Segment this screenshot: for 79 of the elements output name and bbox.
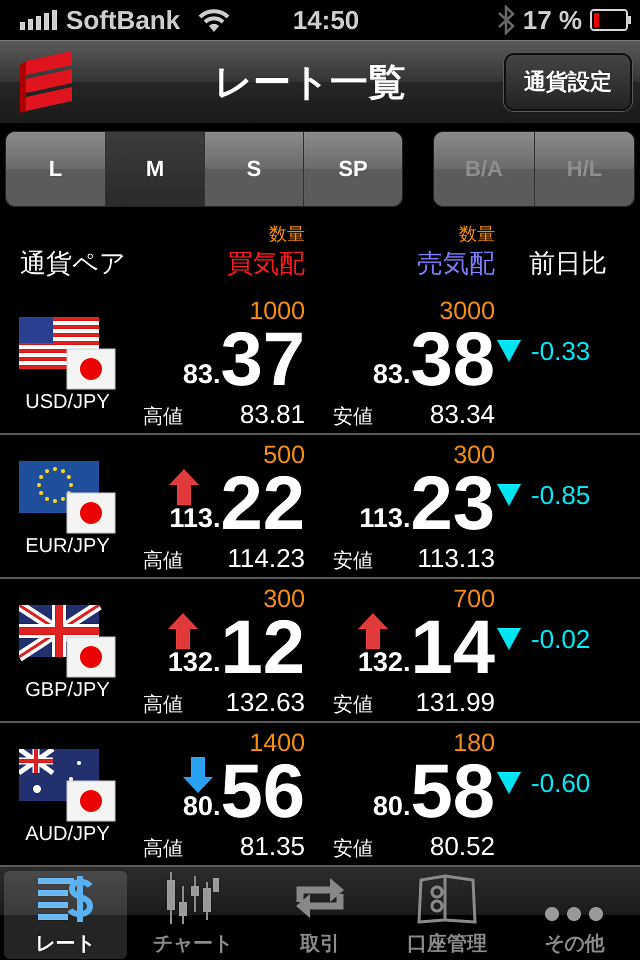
column-header: 売気配 bbox=[417, 247, 495, 280]
tab-bar-item[interactable]: レート bbox=[4, 871, 128, 959]
bid-big-figure: 113. bbox=[169, 505, 220, 531]
quantity-value: 1000 bbox=[248, 297, 305, 325]
bid-pips: 12 bbox=[220, 613, 305, 683]
flag-pair-icon bbox=[18, 316, 116, 390]
currency-pair: GBP/JPY bbox=[25, 678, 110, 702]
ask-big-figure: 83. bbox=[372, 361, 410, 387]
size-segment[interactable]: S bbox=[204, 132, 303, 206]
high-label: 高値 bbox=[143, 549, 183, 574]
tab-bar-item[interactable]: 取引 bbox=[258, 871, 382, 959]
low-value: 83.34 bbox=[430, 399, 495, 430]
bid-pips: 37 bbox=[220, 325, 305, 395]
ask-pips: 38 bbox=[410, 325, 495, 395]
currency-pair: EUR/JPY bbox=[25, 534, 110, 558]
bid-big-figure: 83. bbox=[182, 361, 220, 387]
quantity-value: 300 bbox=[262, 585, 305, 613]
quantity-value: 3000 bbox=[438, 297, 495, 325]
signal-icon bbox=[20, 10, 58, 30]
battery-percent: 17 % bbox=[522, 4, 582, 36]
low-value: 113.13 bbox=[417, 543, 495, 574]
quantity-value: 180 bbox=[452, 729, 495, 757]
ask-big-figure: 80. bbox=[372, 793, 410, 819]
column-header: 通貨ペア bbox=[19, 247, 127, 280]
screen-title: レート一覧 bbox=[213, 60, 407, 106]
ask-pips: 23 bbox=[410, 469, 495, 539]
flag-pair-icon bbox=[18, 748, 116, 822]
candlestick-icon bbox=[164, 872, 221, 924]
bid-pips: 22 bbox=[220, 469, 305, 539]
high-label: 高値 bbox=[143, 405, 183, 430]
more-icon bbox=[544, 904, 604, 924]
quantity-value: 500 bbox=[262, 441, 305, 469]
size-segment[interactable]: SP bbox=[303, 132, 402, 206]
tab-bar-item[interactable]: 口座管理 bbox=[386, 871, 509, 959]
ask-pips: 14 bbox=[410, 613, 495, 683]
quantity-value: 300 bbox=[452, 441, 495, 469]
quantity-value: 700 bbox=[452, 585, 495, 613]
bid-big-figure: 80. bbox=[182, 793, 220, 819]
size-segment[interactable]: M bbox=[105, 132, 204, 206]
high-label: 高値 bbox=[143, 837, 183, 862]
battery-icon bbox=[590, 9, 632, 31]
quantity-value: 1400 bbox=[248, 729, 305, 757]
ask-big-figure: 132. bbox=[358, 649, 410, 675]
quantity-label: 数量 bbox=[269, 223, 305, 246]
bluetooth-icon bbox=[496, 5, 515, 35]
flag-pair-icon bbox=[18, 604, 116, 678]
quantity-label: 数量 bbox=[459, 223, 495, 246]
currency-settings-button[interactable]: 通貨設定 bbox=[504, 53, 632, 111]
bid-big-figure: 132. bbox=[168, 649, 220, 675]
low-label: 安値 bbox=[333, 837, 373, 862]
change-value: -0.60 bbox=[531, 768, 590, 798]
high-value: 132.63 bbox=[225, 687, 305, 718]
high-label: 高値 bbox=[143, 693, 183, 718]
ask-big-figure: 113. bbox=[359, 505, 410, 531]
carrier-name: SoftBank bbox=[66, 4, 180, 36]
low-label: 安値 bbox=[333, 693, 373, 718]
flag-pair-icon bbox=[18, 460, 116, 534]
high-value: 83.81 bbox=[240, 399, 305, 430]
ask-pips: 58 bbox=[410, 757, 495, 827]
high-value: 114.23 bbox=[227, 543, 305, 574]
column-header: 買気配 bbox=[227, 247, 305, 280]
change-value: -0.02 bbox=[531, 624, 590, 654]
book-icon bbox=[417, 872, 478, 924]
currency-pair: USD/JPY bbox=[25, 390, 110, 414]
wifi-icon bbox=[198, 8, 230, 32]
bid-pips: 56 bbox=[220, 757, 305, 827]
change-value: -0.85 bbox=[531, 480, 590, 510]
column-header: 前日比 bbox=[528, 247, 608, 280]
low-value: 80.52 bbox=[430, 831, 495, 862]
low-label: 安値 bbox=[333, 549, 373, 574]
size-segment[interactable]: L bbox=[6, 132, 105, 206]
tab-bar-item[interactable]: チャート bbox=[131, 871, 254, 959]
high-value: 81.35 bbox=[240, 831, 305, 862]
low-value: 131.99 bbox=[415, 687, 495, 718]
clock-time: 14:50 bbox=[292, 4, 360, 36]
currency-pair: AUD/JPY bbox=[25, 822, 110, 846]
tab-bar-item[interactable]: その他 bbox=[512, 871, 636, 959]
low-label: 安値 bbox=[333, 405, 373, 430]
change-value: -0.33 bbox=[531, 336, 590, 366]
